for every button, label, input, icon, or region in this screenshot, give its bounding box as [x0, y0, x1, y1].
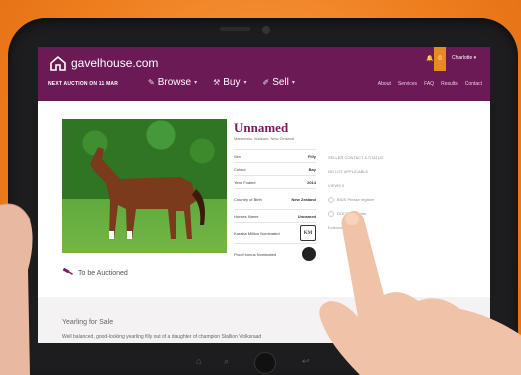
- auction-status: To be Auctioned: [62, 268, 128, 278]
- bell-icon[interactable]: 🔔: [426, 55, 433, 62]
- nav-browse[interactable]: ✎ Browse ▾: [148, 77, 197, 88]
- horse-photo[interactable]: [62, 119, 227, 253]
- nav-buy-label: Buy: [223, 77, 241, 88]
- subnav-contact[interactable]: Contact: [465, 81, 482, 87]
- seller-contact-link[interactable]: SELLER CONTACT & STATUS: [328, 151, 384, 165]
- fact-value: New Zealand: [291, 196, 316, 202]
- notification-badge[interactable]: 0: [434, 47, 446, 71]
- gavel-icon: [62, 268, 73, 275]
- site-header: gavelhouse.com NEXT AUCTION ON 11 MAR ✎ B…: [38, 47, 490, 101]
- circle-icon: [328, 196, 334, 203]
- subnav-about[interactable]: About: [378, 81, 391, 87]
- user-menu[interactable]: Charlotte ▾: [452, 55, 476, 61]
- fact-value: Bay: [308, 166, 316, 172]
- fact-label: Year Foaled: [234, 179, 256, 185]
- subnav-services[interactable]: Services: [398, 81, 417, 87]
- fact-label: Colour: [234, 166, 246, 172]
- search-icon: ⌕: [224, 356, 230, 366]
- fact-value: Filly: [307, 153, 316, 159]
- horse-image: [90, 147, 205, 239]
- tablet-speaker: [220, 27, 250, 31]
- fact-value: 2014: [307, 179, 316, 185]
- site-logo[interactable]: gavelhouse.com: [50, 55, 158, 71]
- auction-status-label: To be Auctioned: [78, 269, 128, 277]
- views-count: VIEWS 0: [328, 183, 345, 188]
- tablet-camera: [262, 26, 270, 34]
- home-icon: ⌂: [196, 356, 202, 366]
- fact-label: Country of Birth: [234, 196, 262, 202]
- nav-buy[interactable]: ⚒ Buy ▾: [213, 77, 246, 88]
- nav-sell[interactable]: ✐ Sell ▾: [263, 77, 295, 88]
- lot-status: NO LOT APPLICABLE: [328, 169, 369, 174]
- section-title: Yearling for Sale: [62, 319, 114, 326]
- fact-label: Horses Name: [234, 213, 259, 219]
- tablet-home-button[interactable]: [254, 352, 276, 374]
- bids-label: BIDS Please register: [337, 197, 375, 202]
- listing-title: Unnamed: [234, 120, 289, 135]
- nav-sell-label: Sell: [272, 77, 289, 88]
- left-hand: [0, 203, 33, 375]
- listing-location: Matamata, Waikato, New Zealand: [234, 136, 295, 141]
- fact-label: Proof bonus Nominated: [234, 251, 277, 257]
- next-auction-notice: NEXT AUCTION ON 11 MAR: [48, 81, 119, 87]
- fact-row: Sex Filly: [234, 149, 316, 162]
- fact-row: Colour Bay: [234, 162, 316, 175]
- secondary-nav: About Services FAQ Results Contact: [378, 81, 482, 87]
- pen-icon: ✐: [262, 78, 270, 87]
- right-hand-pointing: [319, 211, 521, 375]
- chevron-down-icon: ▾: [243, 80, 247, 86]
- house-logo-icon: [50, 55, 66, 71]
- user-name: Charlotte: [452, 55, 473, 61]
- logo-text: gavelhouse.com: [71, 56, 159, 70]
- fact-row: Year Foaled 2014: [234, 175, 316, 188]
- nav-browse-label: Browse: [157, 77, 192, 88]
- fact-label: Sex: [234, 153, 241, 159]
- tag-icon: ✎: [148, 78, 155, 87]
- main-nav: ✎ Browse ▾ ⚒ Buy ▾ ✐ Sell ▾: [148, 77, 295, 88]
- chevron-down-icon: ▾: [194, 80, 198, 86]
- gavel-icon: ⚒: [213, 78, 221, 87]
- fact-label: Karaka Million Nominated: [234, 230, 280, 236]
- subnav-results[interactable]: Results: [441, 81, 458, 87]
- subnav-faq[interactable]: FAQ: [424, 81, 434, 87]
- listing-description: Well balanced, good-looking yearling fil…: [62, 334, 262, 340]
- chevron-down-icon: ▾: [291, 80, 295, 86]
